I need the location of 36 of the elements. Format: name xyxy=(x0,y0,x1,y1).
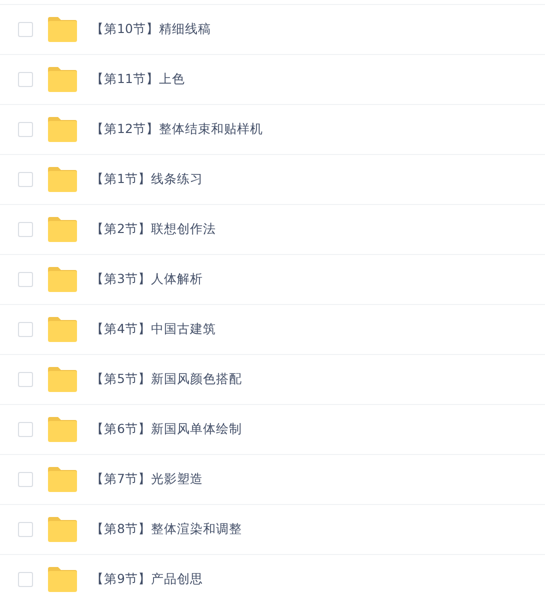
folder-name[interactable]: 【第8节】整体渲染和调整 xyxy=(91,521,242,538)
folder-name[interactable]: 【第11节】上色 xyxy=(91,71,185,88)
folder-name[interactable]: 【第12节】整体结束和贴样机 xyxy=(91,121,263,138)
folder-icon xyxy=(48,167,77,192)
folder-name[interactable]: 【第9节】产品创思 xyxy=(91,571,203,588)
folder-name[interactable]: 【第1节】线条练习 xyxy=(91,171,203,188)
folder-icon xyxy=(48,67,77,92)
folder-name[interactable]: 【第5节】新国风颜色搭配 xyxy=(91,371,242,388)
folder-icon xyxy=(48,367,77,392)
folder-icon xyxy=(48,567,77,592)
folder-icon xyxy=(48,517,77,542)
folder-icon xyxy=(48,467,77,492)
folder-name[interactable]: 【第7节】光影塑造 xyxy=(91,471,203,488)
checkbox[interactable] xyxy=(18,22,33,37)
folder-name[interactable]: 【第6节】新国风单体绘制 xyxy=(91,421,242,438)
checkbox[interactable] xyxy=(18,172,33,187)
checkbox[interactable] xyxy=(18,372,33,387)
folder-icon xyxy=(48,267,77,292)
folder-icon xyxy=(48,17,77,42)
checkbox[interactable] xyxy=(18,522,33,537)
folder-icon xyxy=(48,317,77,342)
checkbox[interactable] xyxy=(18,472,33,487)
folder-name[interactable]: 【第3节】人体解析 xyxy=(91,271,203,288)
folder-icon xyxy=(48,117,77,142)
checkbox[interactable] xyxy=(18,422,33,437)
checkbox[interactable] xyxy=(18,122,33,137)
folder-name[interactable]: 【第4节】中国古建筑 xyxy=(91,321,216,338)
folder-icon xyxy=(48,417,77,442)
checkbox[interactable] xyxy=(18,222,33,237)
folder-name[interactable]: 【第2节】联想创作法 xyxy=(91,221,216,238)
folder-name[interactable]: 【第10节】精细线稿 xyxy=(91,21,211,38)
checkbox[interactable] xyxy=(18,272,33,287)
checkbox[interactable] xyxy=(18,72,33,87)
folder-icon xyxy=(48,217,77,242)
checkbox[interactable] xyxy=(18,572,33,587)
checkbox[interactable] xyxy=(18,322,33,337)
